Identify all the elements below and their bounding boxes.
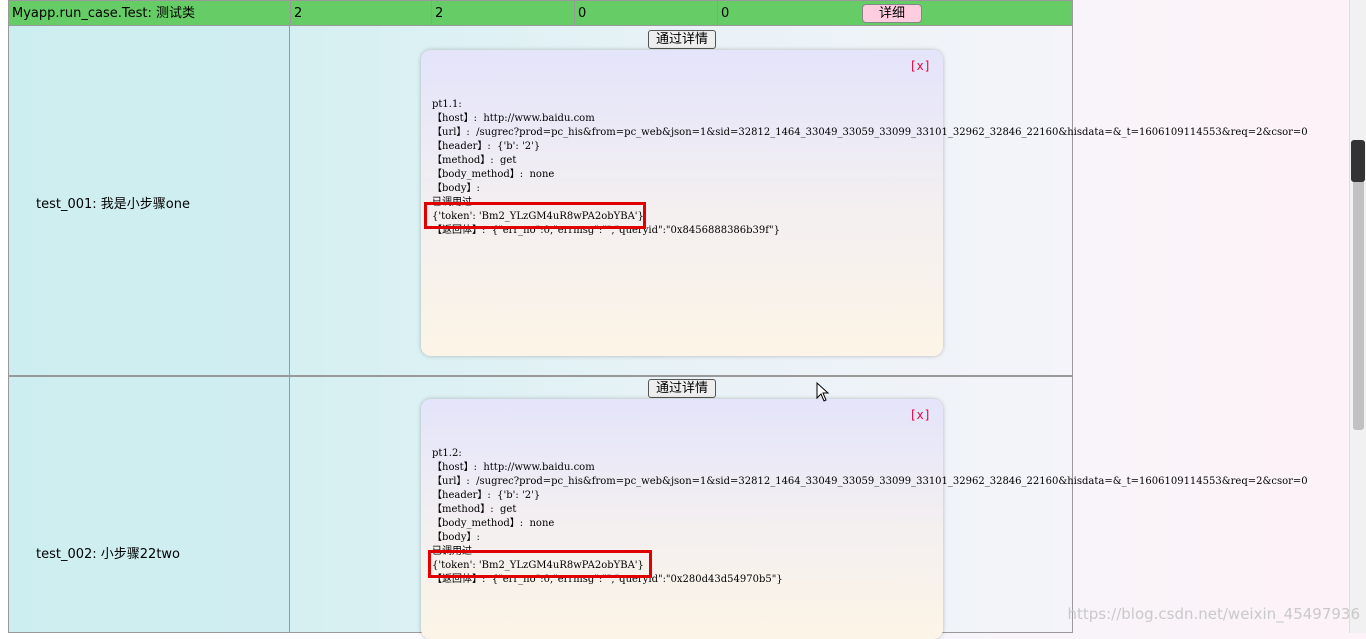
pass-detail-button[interactable]: 通过详情 (648, 30, 716, 49)
count-cell: 2 (291, 1, 432, 25)
case-name-cell: test_002: 小步骤22two (9, 377, 290, 632)
case-name: test_001: 我是小步骤one (36, 197, 190, 212)
watermark: https://blog.csdn.net/weixin_45497936 (1067, 605, 1360, 623)
pass-detail-button[interactable]: 通过详情 (648, 379, 716, 398)
fail-cell: 0 (575, 1, 718, 25)
class-name-cell: Myapp.run_case.Test: 测试类 (9, 1, 291, 25)
detail-popup: [x] pt1.2: 【host】: http://www.baidu.com … (421, 399, 1308, 639)
mouse-cursor-icon (816, 381, 830, 407)
case-name: test_002: 小步骤22two (36, 547, 181, 562)
close-icon[interactable]: [x] (909, 59, 931, 73)
pass-cell: 2 (432, 1, 575, 25)
scrollbar-thumb[interactable] (1353, 140, 1364, 430)
case-name-cell: test_001: 我是小步骤one (9, 26, 290, 375)
detail-button[interactable]: 详细 (862, 4, 922, 23)
vertical-scrollbar[interactable] (1349, 0, 1366, 633)
close-icon[interactable]: [x] (909, 408, 931, 422)
token-highlight-box (428, 550, 652, 578)
summary-row: Myapp.run_case.Test: 测试类 2 2 0 0 详细 (8, 0, 1073, 26)
token-highlight-box (424, 202, 646, 229)
scrollbar-handle[interactable] (1351, 140, 1365, 182)
